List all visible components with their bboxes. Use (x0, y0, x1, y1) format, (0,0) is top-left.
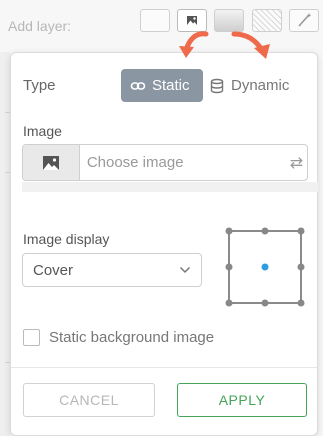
swap-icon[interactable]: ⇄ (286, 145, 307, 180)
add-layer-label: Add layer: (8, 18, 72, 34)
image-layer-dialog: Type Static Dynamic Image ⇄ Image displa… (10, 52, 318, 436)
position-top-right (297, 227, 305, 235)
layer-plain-button[interactable] (140, 9, 170, 32)
dynamic-option-button[interactable]: Dynamic (209, 69, 309, 102)
annotation-arrow-right (231, 31, 270, 59)
image-field-underline (22, 182, 318, 192)
position-bottom-center (261, 299, 269, 307)
image-display-label: Image display (23, 231, 110, 247)
type-label: Type (23, 77, 56, 94)
image-display-select[interactable]: Cover (22, 253, 202, 287)
image-thumbnail[interactable] (23, 145, 80, 180)
image-display-value: Cover (33, 261, 74, 279)
image-url-input[interactable] (79, 145, 286, 180)
position-bottom-right (297, 299, 305, 307)
layer-magic-button[interactable] (289, 9, 319, 32)
static-option-button[interactable]: Static (121, 69, 203, 102)
position-top-center (261, 227, 269, 235)
footer-divider (11, 367, 317, 368)
position-bottom-left (225, 299, 233, 307)
cancel-button[interactable]: CANCEL (23, 383, 155, 417)
layer-toolbar: Add layer: (0, 0, 323, 52)
background-panel-edge (0, 52, 11, 436)
position-top-left (225, 227, 233, 235)
apply-button[interactable]: APPLY (177, 383, 307, 417)
static-background-row[interactable]: Static background image (23, 329, 214, 346)
image-picker[interactable]: ⇄ (22, 144, 308, 181)
image-placeholder-icon (42, 155, 59, 170)
chevron-down-icon (179, 266, 191, 274)
database-icon (210, 78, 224, 93)
background-position-grid[interactable] (225, 227, 305, 307)
position-center-right (297, 263, 305, 271)
position-center-left (225, 263, 233, 271)
link-icon (130, 81, 146, 90)
image-label: Image (23, 123, 62, 139)
static-option-label: Static (152, 77, 190, 94)
static-background-checkbox[interactable] (23, 329, 40, 346)
static-background-label: Static background image (49, 329, 215, 346)
position-center-selected (261, 263, 269, 271)
dynamic-option-label: Dynamic (231, 77, 290, 94)
annotation-arrow-left (179, 31, 209, 58)
magic-wand-icon (298, 13, 312, 27)
